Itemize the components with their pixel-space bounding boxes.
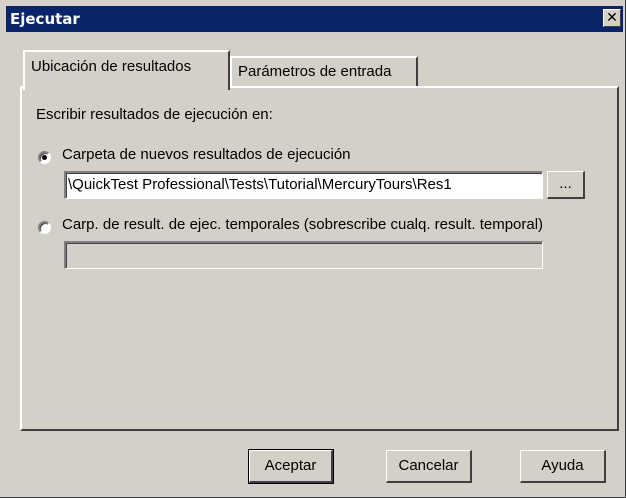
tab-results-location[interactable]: Ubicación de resultados: [23, 50, 230, 90]
browse-button-label: ...: [559, 175, 572, 192]
run-dialog: Ejecutar ✕ Ubicación de resultados Parám…: [0, 0, 626, 498]
close-button[interactable]: ✕: [603, 9, 621, 27]
browse-button[interactable]: ...: [547, 171, 585, 199]
temp-results-radio[interactable]: [38, 221, 51, 234]
help-button-label: Ayuda: [541, 457, 584, 474]
cancel-button-label: Cancelar: [398, 457, 459, 474]
help-button[interactable]: Ayuda: [520, 450, 606, 483]
title-bar[interactable]: Ejecutar ✕: [6, 6, 623, 32]
results-heading: Escribir resultados de ejecución en:: [36, 106, 273, 123]
close-icon: ✕: [606, 9, 618, 25]
temp-results-path-field[interactable]: [64, 241, 543, 269]
tab-panel: Escribir resultados de ejecución en: Car…: [20, 86, 619, 431]
new-results-path-value: \QuickTest Professional\Tests\Tutorial\M…: [68, 176, 452, 193]
new-results-radio[interactable]: [38, 151, 51, 164]
window-title: Ejecutar: [10, 10, 80, 28]
tab-results-location-label: Ubicación de resultados: [31, 58, 192, 75]
tab-input-parameters-label: Parámetros de entrada: [238, 63, 392, 80]
new-results-label[interactable]: Carpeta de nuevos resultados de ejecució…: [62, 146, 351, 163]
new-results-path-field[interactable]: \QuickTest Professional\Tests\Tutorial\M…: [64, 171, 543, 199]
tab-input-parameters[interactable]: Parámetros de entrada: [230, 56, 418, 88]
temp-results-label[interactable]: Carp. de result. de ejec. temporales (so…: [62, 216, 543, 233]
cancel-button[interactable]: Cancelar: [386, 450, 472, 483]
ok-button[interactable]: Aceptar: [248, 449, 334, 484]
ok-button-label: Aceptar: [264, 457, 317, 474]
